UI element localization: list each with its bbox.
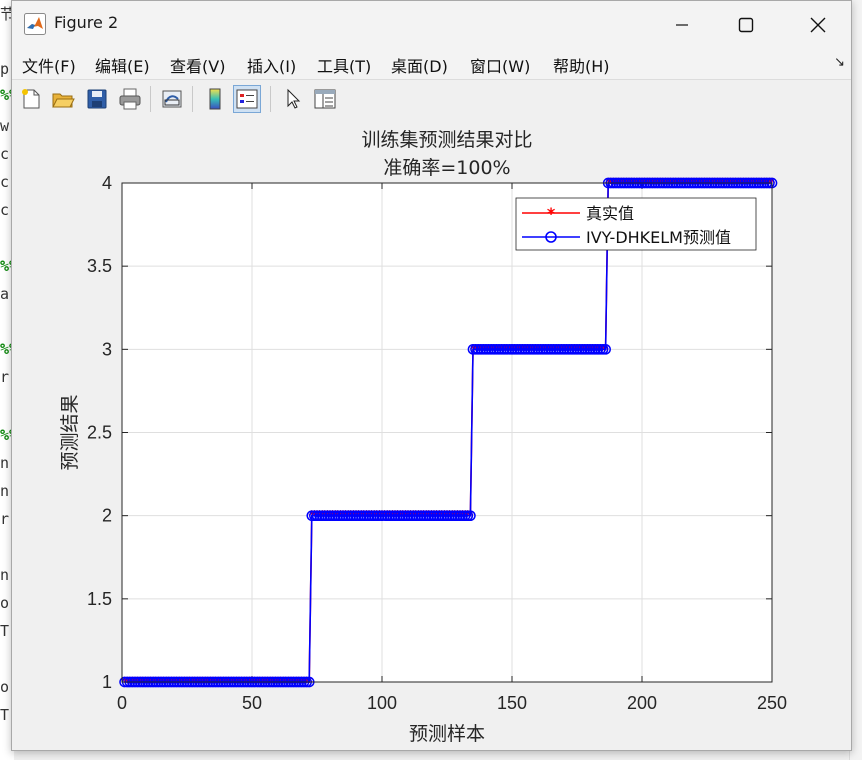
chart-subtitle: 准确率=100% <box>383 157 510 179</box>
open-file-button[interactable] <box>49 85 77 113</box>
background-text-fragment: n <box>0 482 10 500</box>
background-text-fragment: o <box>0 678 10 696</box>
menu-view[interactable]: 查看(V) <box>170 53 225 77</box>
y-tick-label: 3.5 <box>87 256 112 276</box>
window-title: Figure 2 <box>54 13 119 32</box>
toolbar-separator <box>192 86 193 112</box>
property-inspector-icon <box>314 89 336 109</box>
background-text-fragment: n <box>0 454 10 472</box>
save-button[interactable] <box>83 85 111 113</box>
y-tick-label: 3 <box>102 339 112 359</box>
legend-marker-0: * <box>547 204 556 223</box>
figure-window: Figure 2 文件(F) 编辑(E) 查看(V) 插入(I) 工具(T) 桌… <box>11 0 852 751</box>
insert-legend-icon <box>236 89 258 109</box>
save-icon <box>87 89 107 109</box>
background-text-fragment: o <box>0 594 10 612</box>
background-text-fragment: T <box>0 706 10 724</box>
print-icon <box>119 88 141 110</box>
background-text-fragment: n <box>0 566 10 584</box>
background-text-fragment: c <box>0 201 10 219</box>
insert-colorbar-icon <box>209 88 221 110</box>
figure-canvas[interactable]: 0 50 100 150 200 250 1 1.5 2 2.5 3 3.5 4 * * * * * * * * * * * *… <box>12 118 851 750</box>
new-figure-icon <box>22 89 40 109</box>
menu-tools[interactable]: 工具(T) <box>317 53 371 77</box>
edit-plot-button[interactable] <box>279 85 307 113</box>
y-tick-label: 4 <box>102 173 112 193</box>
background-text-fragment: w <box>0 117 10 135</box>
x-tick-label: 250 <box>757 693 787 713</box>
toolbar-separator <box>270 86 271 112</box>
background-text-fragment: a <box>0 285 10 303</box>
menu-insert[interactable]: 插入(I) <box>247 53 296 77</box>
background-text-fragment: r <box>0 368 10 386</box>
legend-label-0: 真实值 <box>586 204 634 223</box>
maximize-icon <box>738 17 754 33</box>
x-tick-label: 150 <box>497 693 527 713</box>
y-axis-label: 预测结果 <box>59 394 81 470</box>
y-tick-label: 1 <box>102 672 112 692</box>
menu-window[interactable]: 窗口(W) <box>470 53 530 77</box>
close-button[interactable] <box>790 5 846 45</box>
menu-desktop[interactable]: 桌面(D) <box>391 53 448 77</box>
new-figure-button[interactable] <box>17 85 45 113</box>
minimize-icon <box>676 24 688 26</box>
background-text-fragment: c <box>0 173 10 191</box>
edit-plot-icon <box>287 88 301 109</box>
link-plot-button[interactable] <box>158 85 186 113</box>
dock-arrow-icon[interactable]: ↘ <box>834 55 845 70</box>
x-tick-label: 0 <box>117 693 127 713</box>
x-tick-label: 100 <box>367 693 397 713</box>
x-axis-label: 预测样本 <box>409 723 485 745</box>
minimize-button[interactable] <box>654 5 710 45</box>
y-tick-label: 2 <box>102 506 112 526</box>
menu-edit[interactable]: 编辑(E) <box>95 53 150 77</box>
y-tick-label: 1.5 <box>87 589 112 609</box>
title-bar[interactable]: Figure 2 <box>12 1 851 47</box>
maximize-button[interactable] <box>718 5 774 45</box>
insert-legend-button[interactable] <box>233 85 261 113</box>
print-button[interactable] <box>116 85 144 113</box>
matlab-logo-icon <box>24 13 46 35</box>
menu-file[interactable]: 文件(F) <box>22 53 76 77</box>
background-text-fragment: c <box>0 145 10 163</box>
y-tick-label: 2.5 <box>87 423 112 443</box>
chart-title: 训练集预测结果对比 <box>361 129 532 151</box>
menu-help[interactable]: 帮助(H) <box>553 53 610 77</box>
close-icon <box>810 17 826 33</box>
background-text-fragment: p <box>0 60 10 78</box>
figure-toolbar <box>12 80 851 119</box>
background-text-fragment: T <box>0 622 10 640</box>
insert-colorbar-button[interactable] <box>201 85 229 113</box>
open-file-icon <box>52 93 75 108</box>
link-plot-icon <box>162 90 182 108</box>
menu-bar: 文件(F) 编辑(E) 查看(V) 插入(I) 工具(T) 桌面(D) 窗口(W… <box>12 47 851 80</box>
x-tick-label: 50 <box>242 693 262 713</box>
toolbar-separator <box>150 86 151 112</box>
property-inspector-button[interactable] <box>311 85 339 113</box>
chart-svg[interactable]: 0 50 100 150 200 25011.522.533.54************… <box>12 118 851 750</box>
x-tick-label: 200 <box>627 693 657 713</box>
background-text-fragment: r <box>0 510 10 528</box>
legend-label-1: IVY-DHKELM预测值 <box>586 228 731 247</box>
